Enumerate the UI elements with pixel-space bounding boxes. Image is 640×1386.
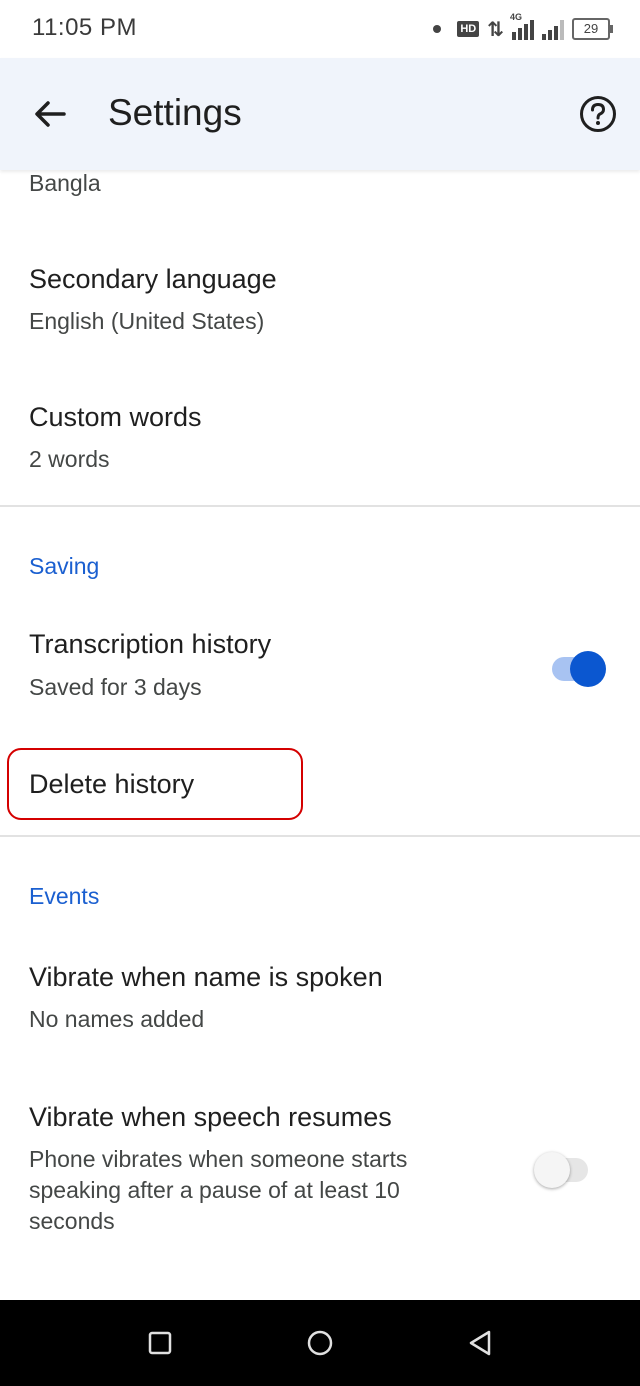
vibrate-speech-title: Vibrate when speech resumes	[29, 1102, 392, 1132]
vibrate-name-item[interactable]: Vibrate when name is spoken No names add…	[0, 940, 640, 1050]
home-circle-icon[interactable]	[303, 1326, 337, 1360]
divider	[0, 505, 640, 507]
vibrate-name-value: No names added	[29, 1006, 205, 1032]
delete-history-highlight	[7, 748, 303, 820]
recents-square-icon[interactable]	[143, 1326, 177, 1360]
divider	[0, 835, 640, 837]
custom-words-item[interactable]: Custom words 2 words	[0, 380, 640, 490]
hd-icon: HD	[457, 21, 480, 37]
page-title: Settings	[108, 92, 242, 133]
battery-level: 29	[583, 21, 599, 36]
transcription-history-title: Transcription history	[29, 629, 272, 659]
section-header-events: Events	[29, 883, 100, 909]
back-triangle-icon[interactable]	[463, 1326, 497, 1360]
vibrate-speech-desc: Phone vibrates when someone starts	[29, 1146, 408, 1172]
custom-words-value: 2 words	[29, 446, 110, 472]
custom-words-title: Custom words	[29, 402, 202, 432]
toggle-thumb	[570, 651, 606, 687]
vibrate-name-title: Vibrate when name is spoken	[29, 962, 383, 992]
toggle-thumb	[534, 1152, 570, 1188]
signal-4g-icon: 4G	[510, 12, 534, 40]
status-bar: 11:05 PM HD ⇅ 4G 29	[0, 0, 640, 58]
vibrate-speech-item[interactable]: Vibrate when speech resumes Phone vibrat…	[0, 1080, 640, 1240]
dot-icon	[433, 25, 442, 33]
vibrate-speech-desc: seconds	[29, 1208, 115, 1234]
data-arrows-icon: ⇅	[487, 18, 504, 41]
network-type-label: 4G	[510, 12, 523, 22]
section-header-saving: Saving	[29, 553, 100, 579]
transcription-history-value: Saved for 3 days	[29, 674, 202, 700]
transcription-history-item[interactable]: Transcription history Saved for 3 days	[0, 600, 640, 720]
status-icons: HD ⇅ 4G 29	[433, 12, 613, 44]
arrow-back-icon[interactable]	[26, 90, 74, 138]
primary-language-value: Bangla	[29, 170, 101, 196]
secondary-language-item[interactable]: Secondary language English (United State…	[0, 240, 640, 350]
signal-icon	[542, 18, 564, 40]
primary-language-item[interactable]: Bangla	[0, 170, 640, 210]
battery-icon: 29	[572, 18, 613, 40]
secondary-language-value: English (United States)	[29, 308, 265, 334]
secondary-language-title: Secondary language	[29, 264, 277, 294]
transcription-history-toggle[interactable]	[546, 645, 606, 687]
app-bar: Settings	[0, 58, 640, 170]
help-circle-icon[interactable]	[578, 94, 618, 134]
status-time: 11:05 PM	[32, 14, 137, 41]
vibrate-speech-desc: speaking after a pause of at least 10	[29, 1177, 400, 1203]
nav-bar	[0, 1300, 640, 1386]
vibrate-speech-toggle[interactable]	[534, 1146, 594, 1188]
